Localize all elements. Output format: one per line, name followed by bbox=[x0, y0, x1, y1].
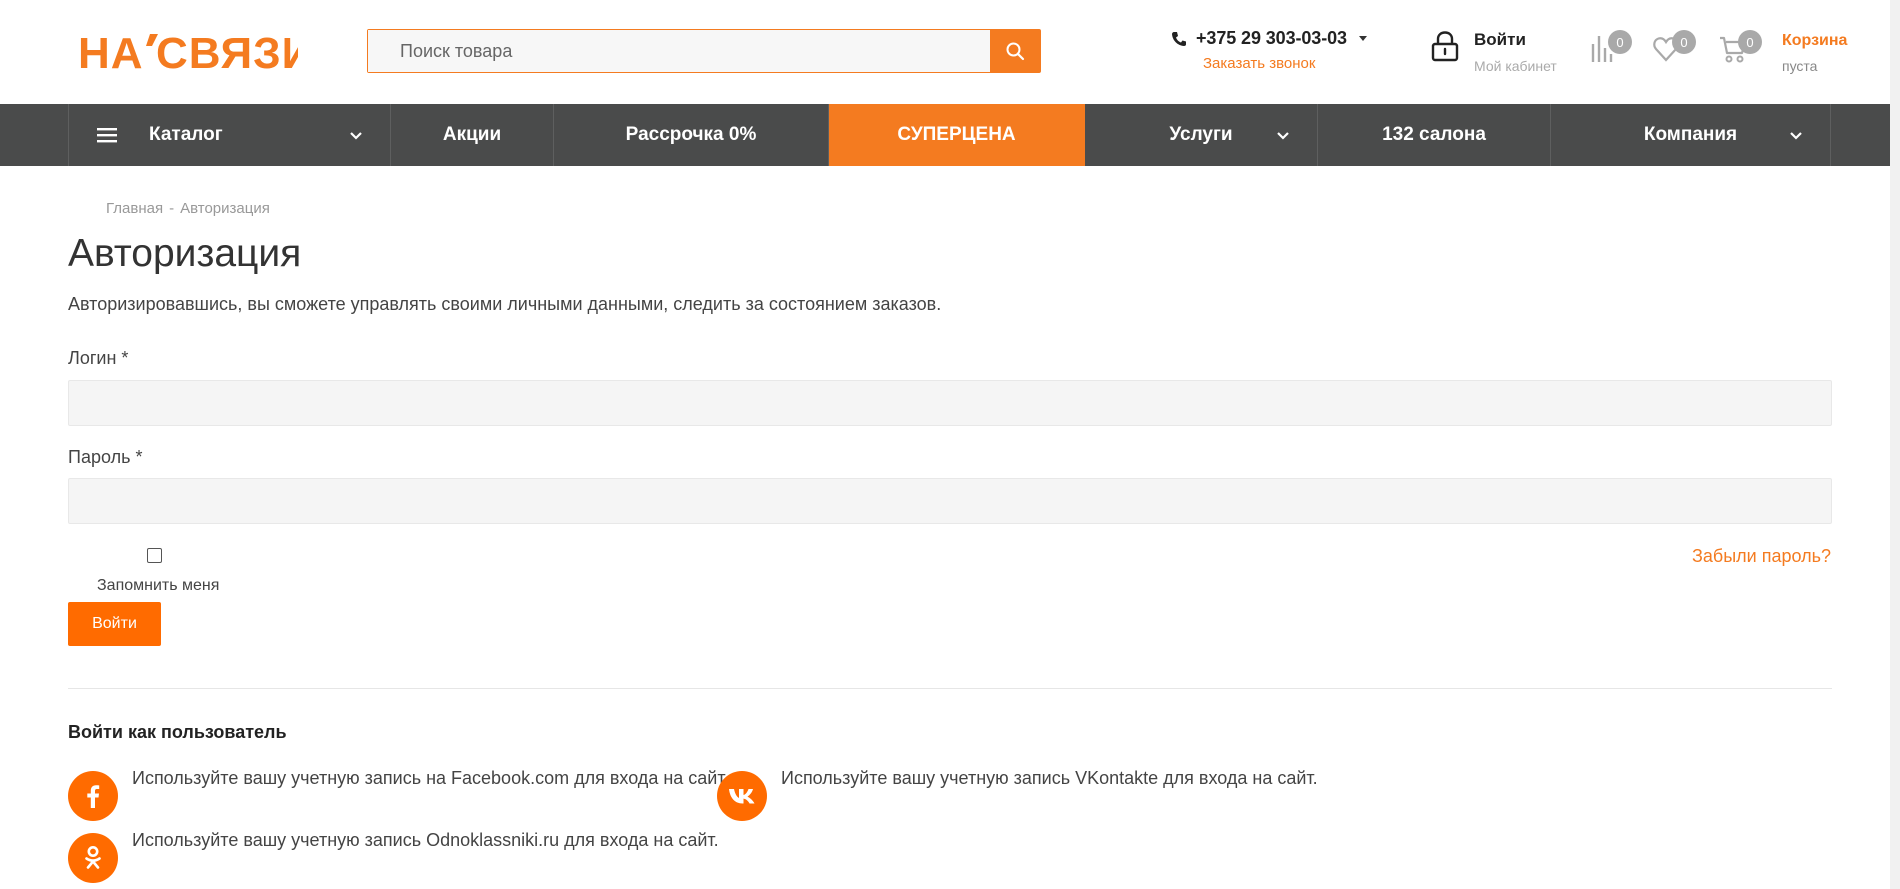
main-nav: Каталог Акции Рассрочка 0% СУПЕРЦЕНА Усл… bbox=[0, 104, 1900, 166]
nav-superprice-label: СУПЕРЦЕНА bbox=[897, 124, 1016, 145]
divider bbox=[68, 688, 1832, 689]
facebook-login-button[interactable] bbox=[68, 771, 118, 821]
phone-icon bbox=[1172, 31, 1186, 46]
caret-down-icon[interactable] bbox=[1358, 36, 1367, 41]
password-input[interactable] bbox=[68, 478, 1832, 524]
phone-dropdown[interactable]: +375 29 303-03-03 bbox=[1170, 28, 1367, 49]
chevron-down-icon bbox=[1790, 132, 1802, 140]
login-title[interactable]: Войти bbox=[1474, 30, 1557, 50]
login-submit-button[interactable]: Войти bbox=[68, 602, 161, 646]
odnoklassniki-login-text: Используйте вашу учетную запись Odnoklas… bbox=[132, 830, 719, 850]
cart-status: пуста bbox=[1782, 58, 1818, 74]
logo-image: НА СВЯЗИ bbox=[78, 29, 298, 74]
nav-superprice[interactable]: СУПЕРЦЕНА bbox=[829, 104, 1085, 166]
cart-title[interactable]: Корзина bbox=[1782, 32, 1847, 50]
phone-block: +375 29 303-03-03 Заказать звонок bbox=[1170, 28, 1367, 72]
nav-stores[interactable]: 132 салона bbox=[1318, 104, 1551, 166]
nav-services[interactable]: Услуги bbox=[1085, 104, 1318, 166]
menu-icon bbox=[97, 128, 117, 143]
compare-button[interactable]: 0 bbox=[1588, 30, 1632, 68]
favorites-count-badge: 0 bbox=[1672, 30, 1696, 54]
page-scrollbar[interactable] bbox=[1890, 0, 1900, 889]
vk-login-text: Используйте вашу учетную запись VKontakt… bbox=[781, 768, 1318, 788]
phone-number[interactable]: +375 29 303-03-03 bbox=[1196, 28, 1347, 49]
nav-installment-label: Рассрочка 0% bbox=[625, 124, 757, 145]
nav-company-label: Компания bbox=[1643, 124, 1738, 145]
compare-count-badge: 0 bbox=[1608, 30, 1632, 54]
breadcrumb-current: Авторизация bbox=[180, 200, 270, 217]
login-input[interactable] bbox=[68, 380, 1832, 426]
cart-button[interactable]: 0 bbox=[1718, 30, 1762, 68]
breadcrumb-home[interactable]: Главная bbox=[106, 200, 163, 217]
login-label: Логин * bbox=[68, 348, 129, 368]
site-header: НА СВЯЗИ +375 29 303-03-03 Заказать звон… bbox=[0, 0, 1900, 104]
password-label: Пароль * bbox=[68, 447, 143, 467]
cart-summary[interactable]: Корзина пуста bbox=[1782, 32, 1847, 74]
svg-text:СВЯЗИ: СВЯЗИ bbox=[156, 29, 298, 74]
svg-text:НА: НА bbox=[78, 29, 144, 74]
odnoklassniki-icon bbox=[85, 846, 101, 869]
vk-icon bbox=[729, 789, 755, 804]
nav-installment[interactable]: Рассрочка 0% bbox=[554, 104, 829, 166]
page-subtitle: Авторизировавшись, вы сможете управлять … bbox=[68, 294, 942, 314]
nav-catalog[interactable]: Каталог bbox=[69, 104, 391, 166]
social-login-title: Войти как пользователь bbox=[68, 722, 287, 742]
odnoklassniki-login-button[interactable] bbox=[68, 833, 118, 883]
remember-checkbox[interactable] bbox=[147, 548, 162, 563]
facebook-login-text: Используйте вашу учетную запись на Faceb… bbox=[132, 768, 729, 788]
nav-promotions-label: Акции bbox=[442, 124, 502, 145]
search-button[interactable] bbox=[990, 30, 1040, 72]
chevron-down-icon bbox=[1277, 132, 1289, 140]
account-login[interactable]: Войти Мой кабинет bbox=[1430, 30, 1557, 74]
nav-catalog-label: Каталог bbox=[149, 124, 223, 145]
callback-link[interactable]: Заказать звонок bbox=[1203, 55, 1367, 72]
favorites-button[interactable]: 0 bbox=[1652, 30, 1696, 68]
login-subtitle: Мой кабинет bbox=[1474, 58, 1557, 74]
breadcrumb-separator: - bbox=[169, 200, 175, 217]
nav-promotions[interactable]: Акции bbox=[391, 104, 554, 166]
search-bar bbox=[367, 29, 1041, 73]
nav-stores-label: 132 салона bbox=[1382, 124, 1486, 145]
nav-services-label: Услуги bbox=[1169, 124, 1233, 145]
lock-icon bbox=[1431, 31, 1459, 62]
nav-company[interactable]: Компания bbox=[1551, 104, 1831, 166]
site-logo[interactable]: НА СВЯЗИ bbox=[78, 28, 298, 74]
breadcrumb: Главная - Авторизация bbox=[106, 200, 270, 217]
remember-label[interactable]: Запомнить меня bbox=[97, 577, 219, 595]
cart-count-badge: 0 bbox=[1738, 30, 1762, 54]
search-icon bbox=[1006, 42, 1025, 61]
vk-login-button[interactable] bbox=[717, 771, 767, 821]
facebook-icon bbox=[87, 785, 100, 808]
page-title: Авторизация bbox=[68, 232, 302, 275]
forgot-password-link[interactable]: Забыли пароль? bbox=[1692, 546, 1831, 567]
search-input[interactable] bbox=[368, 30, 990, 72]
chevron-down-icon bbox=[350, 132, 362, 140]
